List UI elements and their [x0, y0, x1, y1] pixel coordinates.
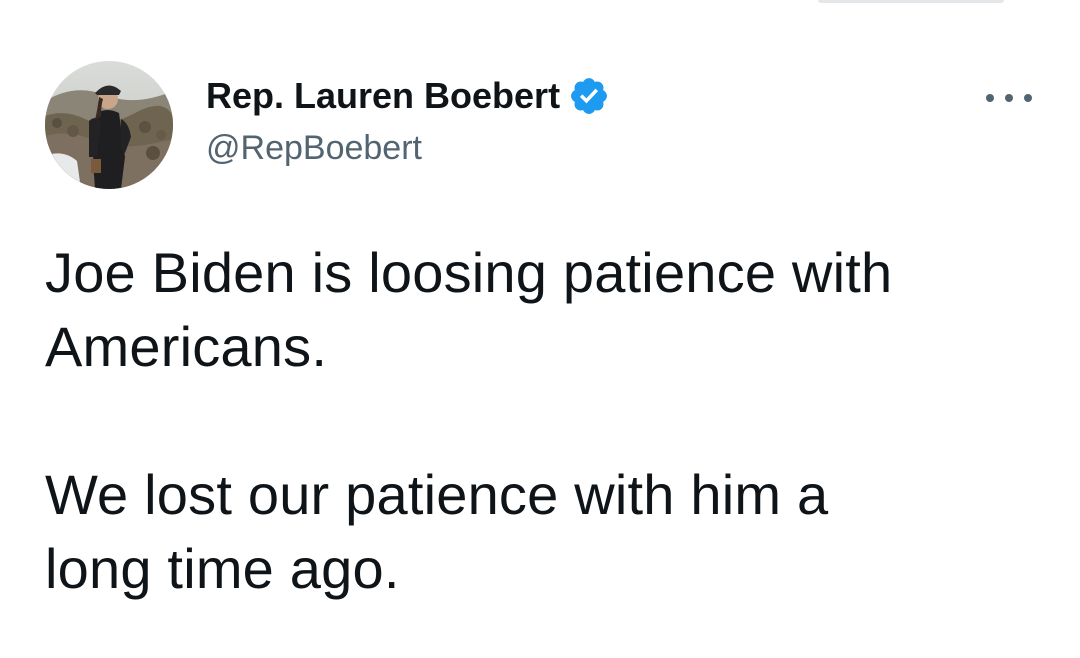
author-handle[interactable]: @RepBoebert: [206, 127, 422, 169]
more-dot: [986, 94, 994, 102]
tweet-paragraph: We lost our patience with him a long tim…: [45, 463, 829, 600]
more-options-icon[interactable]: [986, 84, 1032, 112]
tweet-paragraph: Joe Biden is loosing patience with Ameri…: [45, 241, 893, 378]
verified-badge-icon: [568, 75, 610, 117]
tweet-card: Rep. Lauren Boebert @RepBoebert Joe Bide…: [0, 0, 1080, 658]
avatar[interactable]: [45, 61, 173, 189]
author-display-name[interactable]: Rep. Lauren Boebert: [206, 74, 560, 118]
author-name-row: Rep. Lauren Boebert: [206, 74, 610, 118]
profile-photo: [45, 61, 173, 189]
more-dot: [1024, 94, 1032, 102]
tweet-text: Joe Biden is loosing patience with Ameri…: [45, 236, 1045, 606]
more-dot: [1005, 94, 1013, 102]
